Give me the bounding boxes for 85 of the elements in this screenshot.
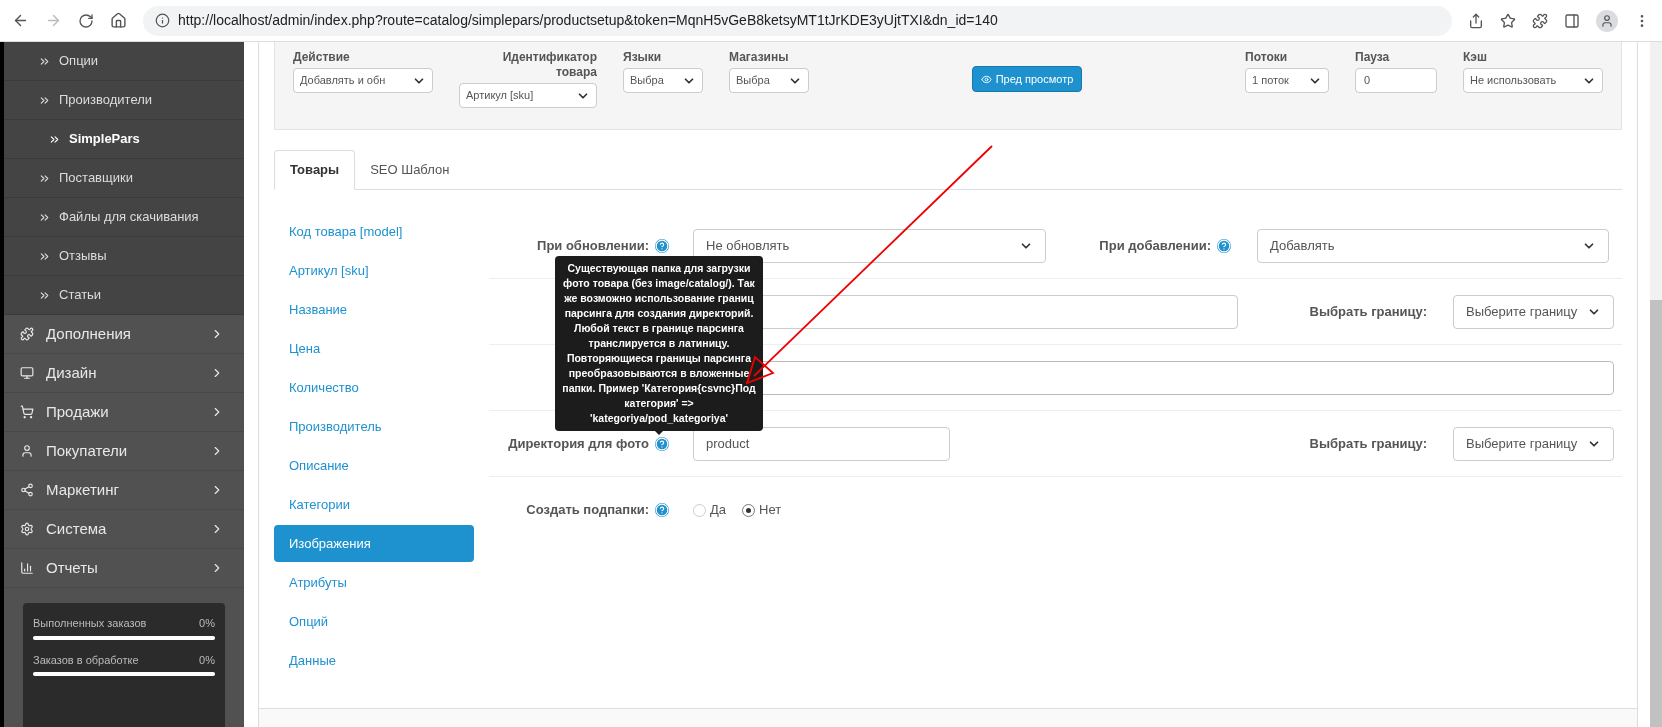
- extensions-icon[interactable]: [1532, 12, 1548, 29]
- section-link[interactable]: Изображения: [274, 525, 474, 562]
- select-field[interactable]: 1 поток: [1245, 68, 1329, 93]
- select-field[interactable]: Артикул [sku]: [459, 83, 597, 108]
- user-icon: [20, 444, 34, 458]
- tab[interactable]: SEO Шаблон: [355, 150, 465, 190]
- puzzle-icon: [20, 327, 34, 341]
- bar-chart-icon: [20, 561, 34, 575]
- select-field[interactable]: Не обновлять: [693, 228, 1046, 263]
- field-label: Потоки: [1245, 50, 1289, 65]
- form-label: При добавлении:: [1099, 236, 1211, 255]
- select-field[interactable]: Не использовать: [1463, 68, 1603, 93]
- section-link[interactable]: Атрибуты: [274, 564, 474, 601]
- info-icon: [155, 13, 170, 28]
- section-link[interactable]: Описание: [274, 447, 474, 484]
- section-link[interactable]: Данные: [274, 642, 474, 679]
- field-label: Магазины: [729, 50, 790, 65]
- help-icon: [655, 238, 669, 253]
- select-field[interactable]: Выбра: [623, 68, 703, 93]
- section-link[interactable]: Производитель: [274, 408, 474, 445]
- submenu-item[interactable]: SimplePars: [4, 120, 244, 159]
- url-text: http://localhost/admin/index.php?route=catalog/simplepars/productsetup&token=MqnH5vGeB8ketsyMT1tJrKDE3yUjtTXI&dn_id=140: [178, 11, 998, 30]
- help-icon: [655, 436, 669, 451]
- share-icon: [20, 483, 34, 497]
- section-link[interactable]: Количество: [274, 369, 474, 406]
- cart-icon: [20, 405, 34, 419]
- select-field[interactable]: Добавлять и обн: [293, 68, 433, 93]
- field-label: Кэш: [1463, 50, 1488, 65]
- stat-label: Выполненных заказов: [33, 616, 147, 631]
- select-field[interactable]: Выбра: [729, 68, 809, 93]
- section-link[interactable]: Цена: [274, 330, 474, 367]
- form-label: Директория для фото: [508, 434, 649, 453]
- profile-icon[interactable]: [1596, 9, 1618, 32]
- settings-icon: [20, 522, 34, 536]
- eye-icon: [980, 73, 992, 85]
- submenu-item[interactable]: Отзывы: [4, 237, 244, 276]
- menu-item[interactable]: Дизайн: [4, 354, 244, 393]
- radio-option[interactable]: Нет: [742, 500, 782, 520]
- section-link[interactable]: Категории: [274, 486, 474, 523]
- submenu-item[interactable]: Файлы для скачивания: [4, 198, 244, 237]
- form-label: Выбрать границу:: [1309, 434, 1427, 453]
- radio-option[interactable]: Да: [693, 500, 727, 520]
- menu-item[interactable]: Маркетинг: [4, 471, 244, 510]
- menu-item[interactable]: Покупатели: [4, 432, 244, 471]
- field-label: Пауза: [1355, 50, 1391, 65]
- menu-item[interactable]: Продажи: [4, 393, 244, 432]
- field-label: Языки: [623, 50, 663, 65]
- field-label: Действие: [293, 50, 351, 65]
- section-link[interactable]: Артикул [sku]: [274, 252, 474, 289]
- submenu-item[interactable]: Опции: [4, 42, 244, 81]
- home-icon[interactable]: [110, 12, 127, 29]
- form-label: При обновлении:: [537, 236, 649, 255]
- select-field[interactable]: Добавлять: [1257, 228, 1609, 263]
- reload-icon[interactable]: [78, 12, 94, 29]
- submenu-item[interactable]: Статьи: [4, 276, 244, 315]
- preview-button[interactable]: Пред просмотр: [971, 66, 1083, 92]
- side-panel-icon[interactable]: [1564, 12, 1580, 29]
- address-bar[interactable]: http://localhost/admin/index.php?route=catalog/simplepars/productsetup&token=MqnH5vGeB8ketsyMT1tJrKDE3yUjtTXI&dn_id=140: [143, 5, 1452, 36]
- share-icon[interactable]: [1468, 12, 1484, 29]
- stat-value: 0%: [199, 616, 215, 631]
- section-link[interactable]: Опций: [274, 603, 474, 640]
- select-field[interactable]: Выберите границу: [1453, 426, 1614, 461]
- help-icon: [655, 503, 669, 517]
- back-icon[interactable]: [12, 12, 29, 29]
- form-label: Выбрать границу:: [1309, 302, 1427, 321]
- form-label: Создать подпапки:: [526, 501, 649, 520]
- section-link[interactable]: Код товара [model]: [274, 213, 474, 250]
- tooltip: Существующая папка для загрузки фото товара (без image/catalog/). Так же возможно использование границ парсинга для создания директорий. Любой текст в границе парсинга транслируется в латиницу. Повторяющиеся границы парсинга преобразовываются в вложенные папки. Пример 'Категория{csvnc}Под категория' => 'kategoriya/pod_kategoriya': [555, 256, 763, 431]
- section-link[interactable]: Название: [274, 291, 474, 328]
- stat-label: Заказов в обработке: [33, 652, 139, 668]
- submenu-item[interactable]: Производители: [4, 81, 244, 120]
- monitor-icon: [20, 366, 34, 380]
- menu-item[interactable]: Система: [4, 510, 244, 549]
- select-field[interactable]: Выберите границу: [1453, 294, 1614, 329]
- input-field[interactable]: 0: [1355, 68, 1437, 93]
- stat-value: 0%: [199, 652, 215, 668]
- menu-item[interactable]: Дополнения: [4, 315, 244, 354]
- field-label: Идентификатор товара: [501, 50, 597, 80]
- star-icon[interactable]: [1500, 12, 1516, 29]
- input-field[interactable]: product: [693, 426, 950, 461]
- tooltip-pointer: [654, 430, 664, 435]
- submenu-item[interactable]: Поставщики: [4, 159, 244, 198]
- menu-item[interactable]: Отчеты: [4, 549, 244, 588]
- tab[interactable]: Товары: [274, 150, 356, 190]
- help-icon: [1217, 238, 1231, 253]
